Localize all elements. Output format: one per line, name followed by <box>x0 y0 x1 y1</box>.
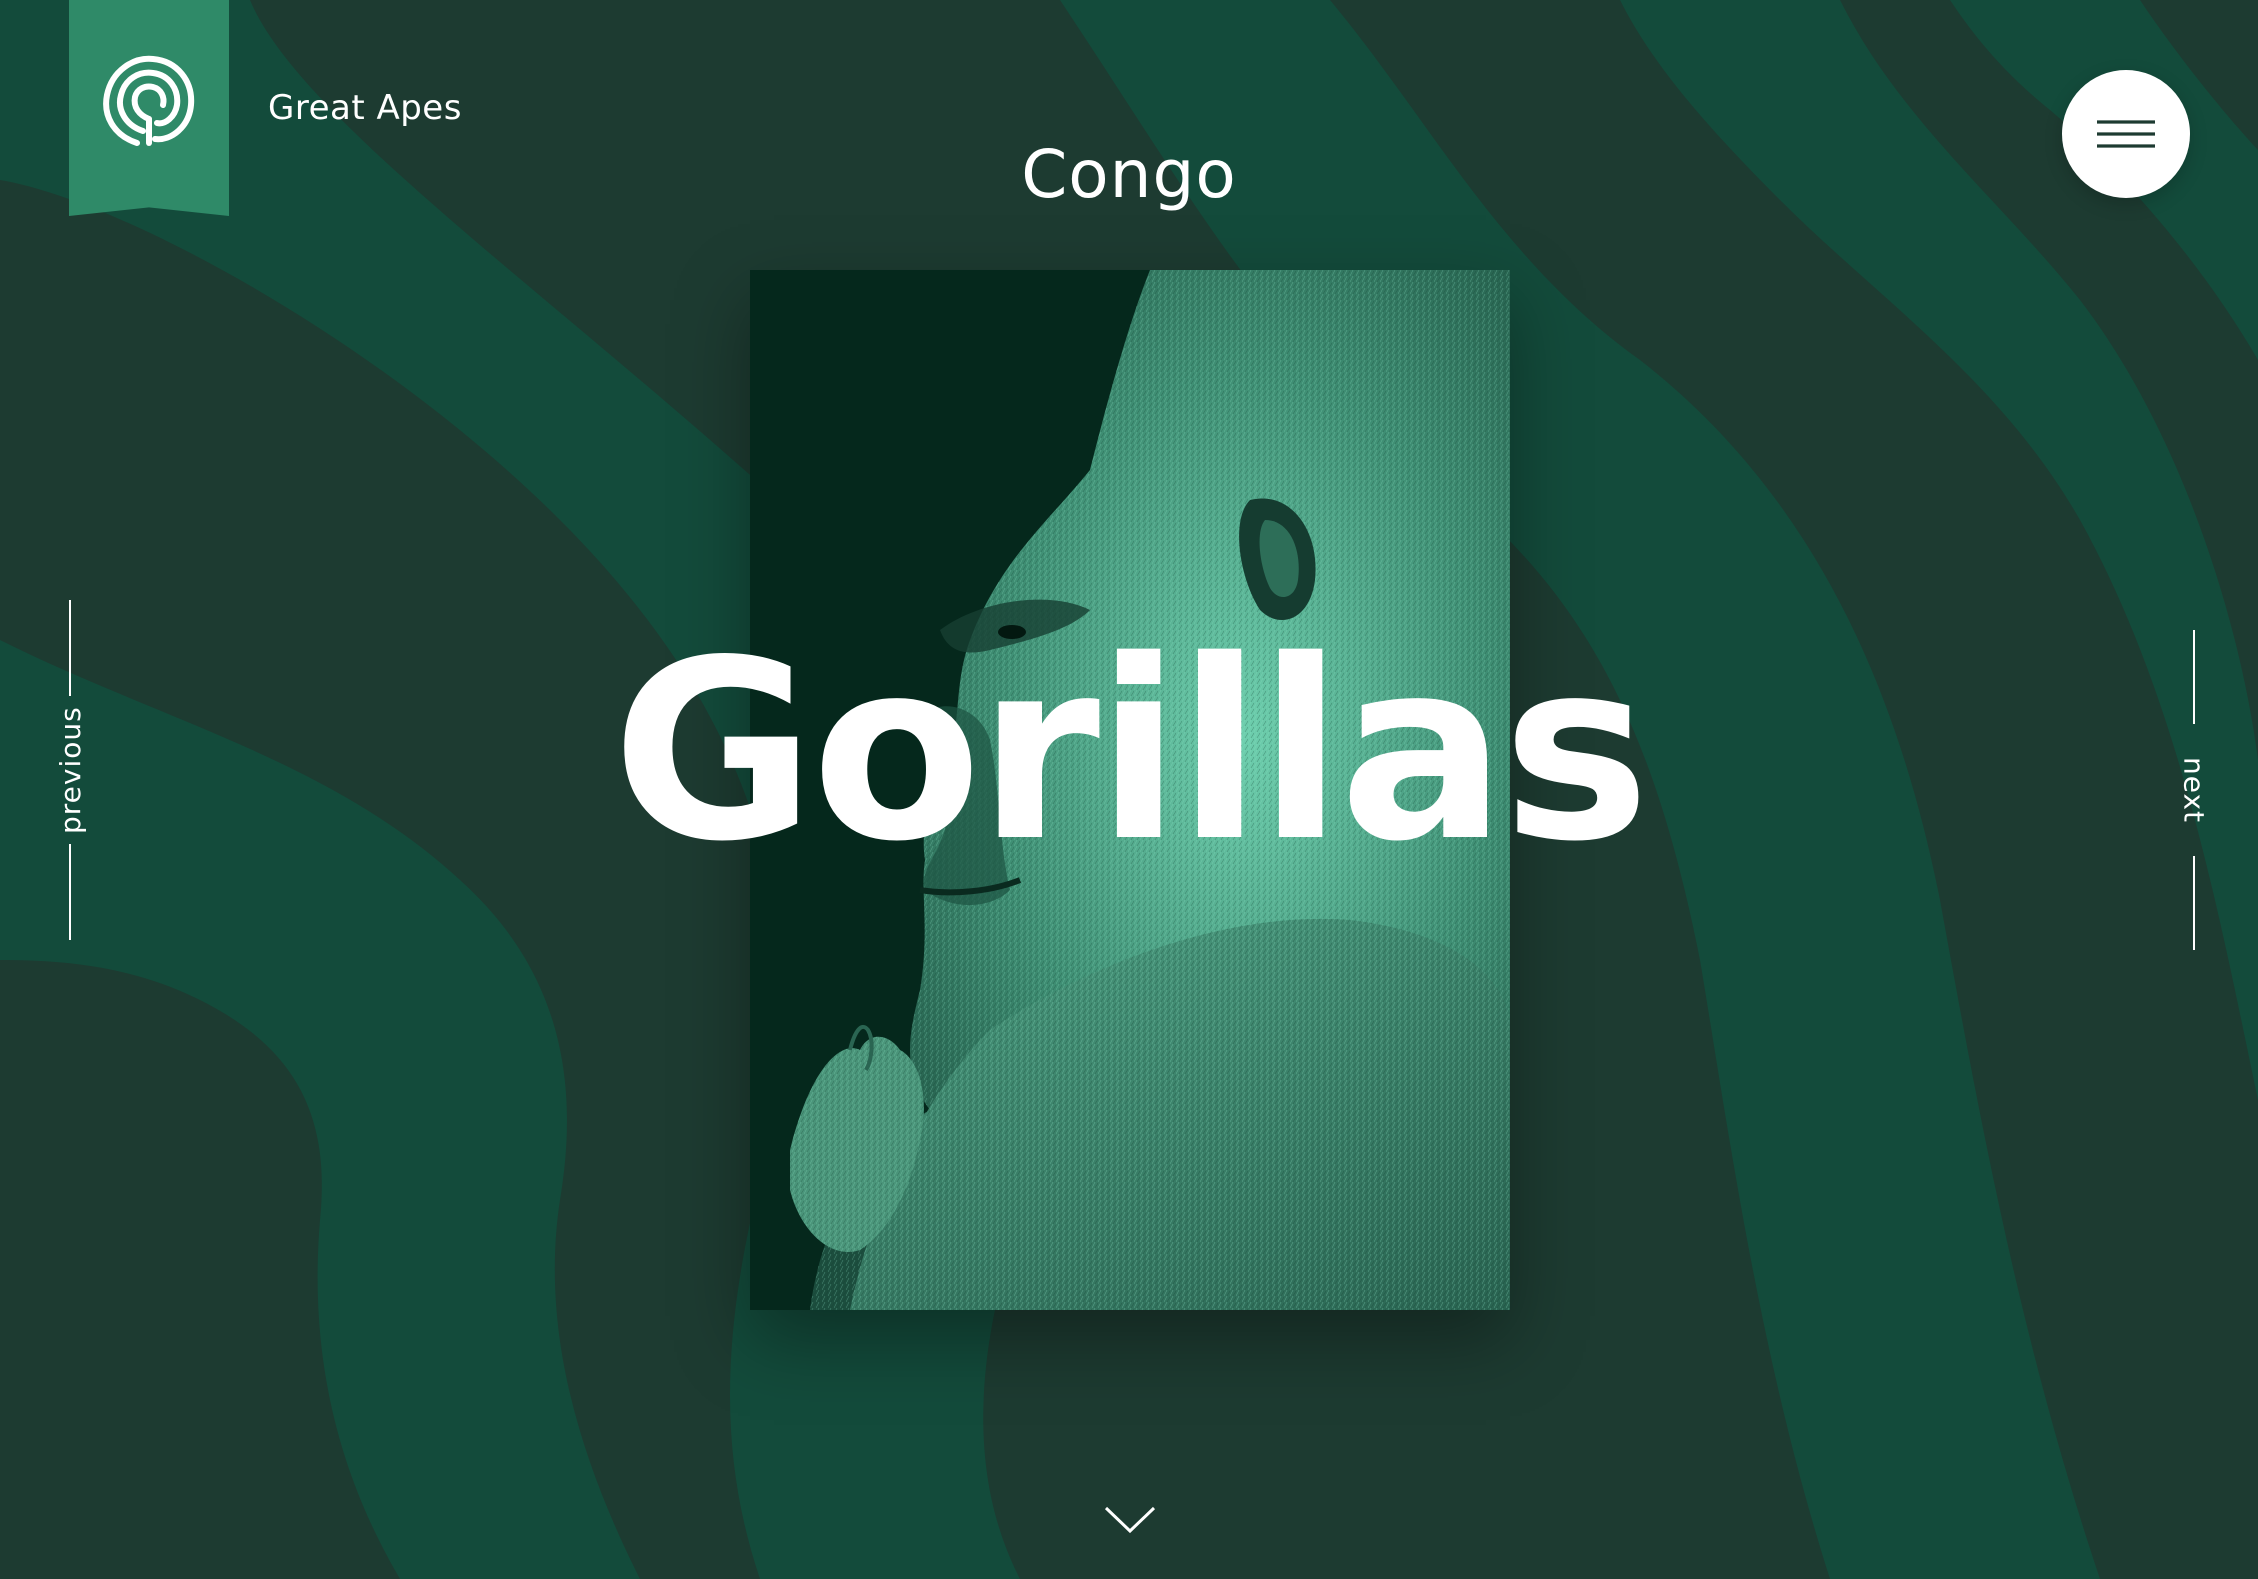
previous-nav-line-bottom <box>69 844 71 940</box>
next-nav[interactable]: next <box>2164 630 2224 950</box>
next-nav-line-top <box>2193 630 2195 724</box>
previous-label[interactable]: previous <box>54 706 87 834</box>
region-title: Congo <box>1021 136 1237 213</box>
page: Great Apes Congo Gorillas previous next <box>0 0 2258 1579</box>
hamburger-icon <box>2097 120 2155 148</box>
menu-button[interactable] <box>2062 70 2190 198</box>
previous-nav[interactable]: previous <box>40 600 100 980</box>
chevron-down-icon <box>1104 1506 1156 1534</box>
previous-nav-line-top <box>69 600 71 696</box>
next-label[interactable]: next <box>2178 746 2211 834</box>
brand-name[interactable]: Great Apes <box>268 88 462 128</box>
hero-title: Gorillas <box>611 608 1650 896</box>
next-nav-line-bottom <box>2193 856 2195 950</box>
scroll-down-button[interactable] <box>1100 1500 1160 1540</box>
